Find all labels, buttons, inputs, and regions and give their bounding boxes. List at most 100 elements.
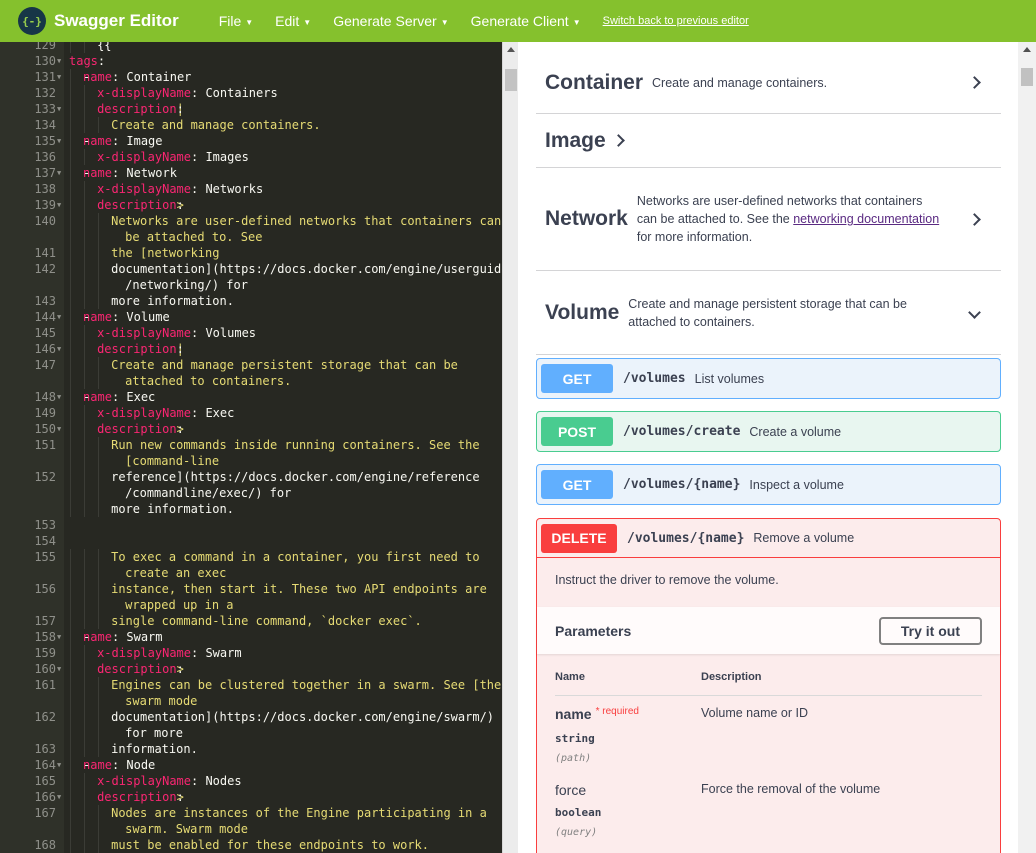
code-line[interactable]: 136 x-displayName: Images	[0, 149, 502, 165]
code-line[interactable]: attached to containers.	[0, 373, 502, 389]
try-it-out-button[interactable]: Try it out	[878, 616, 982, 645]
code-line[interactable]: 137 ▼ - name: Network	[0, 165, 502, 181]
fold-arrow-icon[interactable]: ▼	[57, 757, 61, 773]
code-token: : Container	[111, 70, 192, 84]
code-line[interactable]: 158 ▼ - name: Swarm	[0, 629, 502, 645]
operation-post-volumes-create[interactable]: POST /volumes/create Create a volume	[536, 411, 1001, 452]
code-line[interactable]: 157 single command-line command, `docker …	[0, 613, 502, 629]
code-text: - name: Image	[83, 133, 162, 149]
operation-header[interactable]: DELETE /volumes/{name} Remove a volume	[537, 519, 1000, 558]
code-line[interactable]: swarm. Swarm mode	[0, 821, 502, 837]
scroll-up-icon[interactable]	[507, 47, 515, 52]
fold-arrow-icon[interactable]: ▼	[57, 69, 61, 85]
tag-container[interactable]: Container Create and manage containers.	[536, 52, 1001, 114]
code-line[interactable]: 149 x-displayName: Exec	[0, 405, 502, 421]
fold-arrow-icon[interactable]: ▼	[57, 133, 61, 149]
menu-file[interactable]: File ▼	[219, 13, 253, 29]
tag-description: Create and manage containers.	[652, 75, 828, 90]
fold-arrow-icon[interactable]: ▼	[57, 789, 61, 805]
code-editor[interactable]: 129{{130 ▼ tags:131 ▼ - name: Container 132 x-…	[0, 42, 502, 853]
code-line[interactable]: 154	[0, 533, 502, 549]
code-line[interactable]: /networking/) for	[0, 277, 502, 293]
code-line[interactable]: 147 Create and manage persistent storage …	[0, 357, 502, 373]
parameter-location: (path)	[555, 753, 592, 764]
fold-arrow-icon[interactable]: ▼	[57, 101, 61, 117]
tag-network[interactable]: Network Networks are user-defined networ…	[536, 168, 1001, 271]
code-line[interactable]: swarm mode	[0, 693, 502, 709]
switch-editor-link[interactable]: Switch back to previous editor	[603, 15, 749, 27]
menu-generate-client[interactable]: Generate Client ▼	[471, 13, 581, 29]
chevron-right-icon[interactable]	[968, 212, 981, 226]
chevron-right-icon[interactable]	[611, 134, 625, 147]
code-line[interactable]: 152 reference](https://docs.docker.com/en…	[0, 469, 502, 485]
code-line[interactable]: 156 instance, then start it. These two AP…	[0, 581, 502, 597]
code-line[interactable]: 163 information.	[0, 741, 502, 757]
code-line[interactable]: 146 ▼ description: |	[0, 341, 502, 357]
code-line[interactable]: 134 Create and manage containers.	[0, 117, 502, 133]
operation-get-volume-name[interactable]: GET /volumes/{name} Inspect a volume	[536, 464, 1001, 505]
code-line[interactable]: 140 Networks are user-defined networks th…	[0, 213, 502, 229]
preview-scroll-thumb[interactable]	[1021, 68, 1033, 86]
code-line[interactable]: 155 To exec a command in a container, you…	[0, 549, 502, 565]
code-line[interactable]: 162 documentation](https://docs.docker.co…	[0, 709, 502, 725]
tag-volume[interactable]: Volume Create and manage persistent stor…	[536, 271, 1001, 355]
code-text: x-displayName: Nodes	[97, 773, 242, 789]
fold-arrow-icon[interactable]: ▼	[57, 341, 61, 357]
code-line[interactable]: 138 x-displayName: Networks	[0, 181, 502, 197]
code-line[interactable]: be attached to. See	[0, 229, 502, 245]
tag-image[interactable]: Image	[536, 114, 1001, 168]
fold-arrow-icon[interactable]: ▼	[57, 309, 61, 325]
fold-arrow-icon[interactable]: ▼	[57, 421, 61, 437]
code-line[interactable]: 142 documentation](https://docs.docker.co…	[0, 261, 502, 277]
code-line[interactable]: 129 {{	[0, 42, 502, 53]
chevron-right-icon[interactable]	[968, 76, 981, 89]
editor-scrollbar[interactable]	[502, 42, 518, 853]
preview-scrollbar[interactable]	[1018, 42, 1036, 853]
scroll-up-icon[interactable]	[1023, 47, 1031, 52]
chevron-down-icon[interactable]	[968, 306, 981, 319]
code-line[interactable]: 160 ▼ description: >	[0, 661, 502, 677]
code-line[interactable]: 144 ▼ - name: Volume	[0, 309, 502, 325]
code-line[interactable]: [command-line	[0, 453, 502, 469]
code-line[interactable]: 166 ▼ description: >	[0, 789, 502, 805]
code-line[interactable]: for more	[0, 725, 502, 741]
fold-arrow-icon[interactable]: ▼	[57, 629, 61, 645]
code-line[interactable]: 168 must be enabled for these endpoints t…	[0, 837, 502, 853]
code-line[interactable]: 133 ▼ description: |	[0, 101, 502, 117]
code-line[interactable]: create an exec	[0, 565, 502, 581]
code-line[interactable]: 159 x-displayName: Swarm	[0, 645, 502, 661]
code-line[interactable]: 145 x-displayName: Volumes	[0, 325, 502, 341]
menu-edit[interactable]: Edit ▼	[275, 13, 311, 29]
line-number: 166	[34, 790, 56, 804]
code-line[interactable]: 161 Engines can be clustered together in …	[0, 677, 502, 693]
code-line[interactable]: 153	[0, 517, 502, 533]
fold-arrow-icon[interactable]: ▼	[57, 53, 61, 69]
fold-arrow-icon[interactable]: ▼	[57, 165, 61, 181]
code-line[interactable]: 165 x-displayName: Nodes	[0, 773, 502, 789]
code-line[interactable]: 164 ▼ - name: Node	[0, 757, 502, 773]
code-line[interactable]: 132 x-displayName: Containers	[0, 85, 502, 101]
code-line[interactable]: 151 Run new commands inside running conta…	[0, 437, 502, 453]
code-line[interactable]: 141 the [networking	[0, 245, 502, 261]
menu-generate-server[interactable]: Generate Server ▼	[333, 13, 448, 29]
code-line[interactable]: /commandline/exec/) for	[0, 485, 502, 501]
code-line[interactable]: more information.	[0, 501, 502, 517]
logo[interactable]: {-} Swagger Editor	[18, 7, 179, 35]
code-line[interactable]: 143 more information.	[0, 293, 502, 309]
editor-scroll-thumb[interactable]	[505, 69, 517, 91]
code-line[interactable]: 130 ▼ tags:	[0, 53, 502, 69]
code-line[interactable]: wrapped up in a	[0, 597, 502, 613]
code-line[interactable]: 150 ▼ description: >	[0, 421, 502, 437]
fold-arrow-icon[interactable]: ▼	[57, 389, 61, 405]
code-token: description	[97, 790, 177, 804]
code-line[interactable]: 148 ▼ - name: Exec	[0, 389, 502, 405]
code-line[interactable]: 131 ▼ - name: Container	[0, 69, 502, 85]
networking-docs-link[interactable]: networking documentation	[793, 212, 939, 226]
line-number: 147	[34, 358, 56, 372]
code-line[interactable]: 167 Nodes are instances of the Engine par…	[0, 805, 502, 821]
fold-arrow-icon[interactable]: ▼	[57, 197, 61, 213]
operation-get-volumes[interactable]: GET /volumes List volumes	[536, 358, 1001, 399]
code-line[interactable]: 135 ▼ - name: Image	[0, 133, 502, 149]
code-line[interactable]: 139 ▼ description: >	[0, 197, 502, 213]
fold-arrow-icon[interactable]: ▼	[57, 661, 61, 677]
